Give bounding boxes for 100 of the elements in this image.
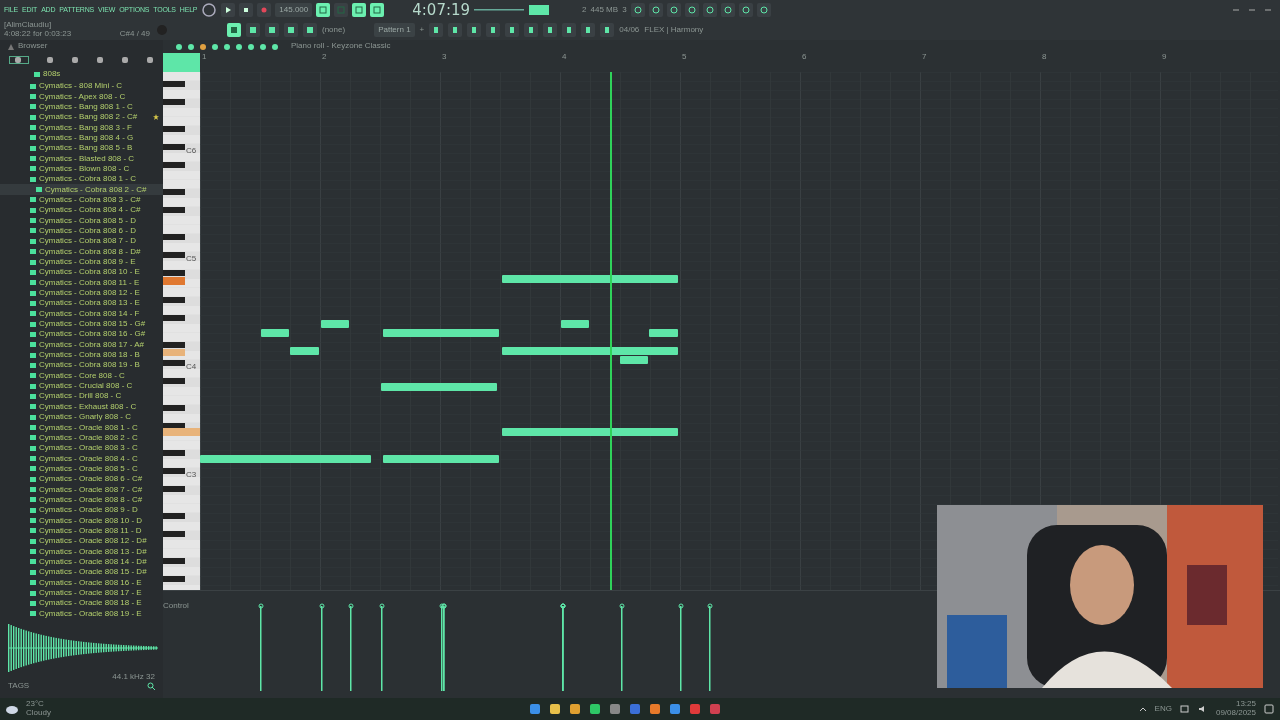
play-button[interactable] <box>221 3 236 17</box>
bar-number: 2 <box>321 53 328 63</box>
browser-item[interactable]: Cymatics - Apex 808 - C <box>0 91 163 102</box>
browser-item[interactable]: Cymatics - Cobra 808 14 - F <box>0 308 163 319</box>
toggle-icon <box>372 5 383 15</box>
browser-item[interactable]: Cymatics - Oracle 808 12 - D# <box>0 536 163 547</box>
toggle-button[interactable] <box>352 3 367 17</box>
polyphony-reading: 3 <box>622 5 627 15</box>
browser-item[interactable]: Cymatics - 808 Mini - C <box>0 81 163 92</box>
chevron-icon[interactable] <box>1138 706 1147 712</box>
browser-item[interactable]: Cymatics - Cobra 808 3 - C# <box>0 194 163 206</box>
browser-item[interactable]: Cymatics - Oracle 808 13 - D# <box>0 546 163 557</box>
knob-icon[interactable] <box>201 2 218 18</box>
browser-item[interactable]: Cymatics - Oracle 808 19 - E <box>0 608 163 619</box>
browser-item[interactable]: Cymatics - Cobra 808 6 - D <box>0 225 163 237</box>
browser-item[interactable]: Cymatics - Bang 808 4 - G <box>0 132 163 144</box>
keyboard-button[interactable] <box>227 23 241 37</box>
browser-item[interactable]: Cymatics - Bang 808 5 - B <box>0 143 163 154</box>
browser-item[interactable]: Cymatics - Oracle 808 17 - E <box>0 587 163 599</box>
toggle-icon <box>336 5 347 15</box>
browser-item[interactable]: Cymatics - Oracle 808 14 - D# <box>0 556 163 568</box>
browser-item[interactable]: Cymatics - Cobra 808 2 - C# <box>0 184 163 195</box>
clock-date[interactable]: 09/08/2025 <box>1215 709 1256 718</box>
browser-item[interactable]: Cymatics - Oracle 808 5 - C <box>0 463 163 475</box>
toggle-icon <box>318 5 329 15</box>
browser-item[interactable]: Cymatics - Cobra 808 18 - B <box>0 349 163 361</box>
browser-item[interactable]: Cymatics - Bang 808 1 - C <box>0 101 163 113</box>
browser-item[interactable]: Cymatics - Oracle 808 15 - D# <box>0 567 163 578</box>
app-icon[interactable] <box>648 703 661 715</box>
app-icon[interactable] <box>608 703 621 715</box>
browser-item[interactable]: Cymatics - Oracle 808 10 - D <box>0 515 163 526</box>
browser-item[interactable]: Cymatics - Cobra 808 8 - D# <box>0 246 163 257</box>
browser-item[interactable]: Cymatics - Crucial 808 - C <box>0 380 163 392</box>
browser-item[interactable]: Cymatics - Cobra 808 7 - D <box>0 236 163 247</box>
octave-label: C4 <box>186 363 197 372</box>
browser-item[interactable]: Cymatics - Drill 808 - C <box>0 391 163 402</box>
browser-item[interactable]: Cymatics - Cobra 808 1 - C <box>0 174 163 185</box>
language-indicator[interactable]: ENG <box>1154 704 1172 714</box>
snap-selector[interactable]: (none) <box>322 25 346 35</box>
clock-time[interactable]: 13:25 <box>1235 700 1256 709</box>
bar-number: 6 <box>801 53 808 63</box>
sample-info: 44.1 kHz 32 <box>112 672 155 682</box>
app-icon[interactable] <box>628 703 641 715</box>
note-pattern-drawing[interactable] <box>200 275 678 463</box>
toggle-button[interactable] <box>316 3 331 17</box>
cpu-reading: 2 <box>582 5 587 15</box>
event-lane-label[interactable]: Control <box>163 601 189 610</box>
browser-item[interactable]: Cymatics - Oracle 808 6 - C# <box>0 474 163 485</box>
browser-item[interactable]: Cymatics - Cobra 808 9 - E <box>0 256 163 268</box>
pattern-selector[interactable]: Pattern 1 <box>374 23 415 37</box>
news-title[interactable]: FLEX | Harmony <box>644 25 704 35</box>
browser-item[interactable]: Cymatics - Bang 808 2 - C# <box>0 112 163 123</box>
browser-title: Browser <box>18 42 48 51</box>
app-icon[interactable] <box>708 703 721 715</box>
browser-item[interactable]: Cymatics - Cobra 808 12 - E <box>0 287 163 299</box>
pencil-icon[interactable] <box>199 42 207 51</box>
browser-item[interactable]: Cymatics - Oracle 808 2 - C <box>0 432 163 444</box>
browser-item[interactable]: Cymatics - Gnarly 808 - C <box>0 412 163 423</box>
piano-keyboard-drawing[interactable] <box>163 72 200 590</box>
browser-item[interactable]: Cymatics - Oracle 808 1 - C <box>0 422 163 433</box>
browser-item[interactable]: Cymatics - Oracle 808 16 - E <box>0 577 163 588</box>
notification-icon[interactable] <box>1264 704 1274 714</box>
browser-item[interactable]: Cymatics - Oracle 808 9 - D <box>0 505 163 516</box>
browser-item[interactable]: Cymatics - Oracle 808 18 - E <box>0 598 163 609</box>
stop-button[interactable] <box>239 3 254 17</box>
browser-item[interactable]: Cymatics - Cobra 808 10 - E <box>0 267 163 278</box>
browser-item[interactable]: Cymatics - Cobra 808 17 - A# <box>0 339 163 350</box>
octave-label: C5 <box>186 255 197 264</box>
tags-label: TAGS <box>8 681 30 691</box>
bar-number: 1 <box>201 53 208 63</box>
browser-item[interactable]: Cymatics - Oracle 808 11 - D <box>0 525 163 537</box>
bar-number: 5 <box>681 53 688 63</box>
browser-item[interactable]: Cymatics - Bang 808 3 - F <box>0 122 163 133</box>
browser-item[interactable]: Cymatics - Oracle 808 4 - C <box>0 453 163 464</box>
app-icon[interactable] <box>668 703 681 715</box>
browser-item[interactable]: Cymatics - Cobra 808 13 - E <box>0 298 163 309</box>
browser-item[interactable]: Cymatics - Cobra 808 15 - G# <box>0 318 163 330</box>
browser-item[interactable]: Cymatics - Oracle 808 3 - C <box>0 443 163 454</box>
folder-name[interactable]: 808s <box>43 68 61 80</box>
search-icon[interactable] <box>147 682 155 691</box>
browser-item[interactable]: Cymatics - Cobra 808 4 - C# <box>0 205 163 216</box>
browser-item[interactable]: Cymatics - Cobra 808 19 - B <box>0 360 163 371</box>
tempo-display[interactable]: 145.000 <box>275 3 313 17</box>
temperature: 23°C <box>26 700 45 709</box>
browser-item[interactable]: Cymatics - Exhaust 808 - C <box>0 401 163 412</box>
browser-item[interactable]: Cymatics - Oracle 808 7 - C# <box>0 484 163 495</box>
octave-label: C6 <box>186 147 197 156</box>
browser-item[interactable]: Cymatics - Oracle 808 8 - C# <box>0 494 163 506</box>
browser-item[interactable]: Cymatics - Cobra 808 5 - D <box>0 215 163 226</box>
browser-item[interactable]: Cymatics - Blown 808 - C <box>0 163 163 175</box>
minimize-icon[interactable] <box>1232 6 1240 14</box>
add-pattern-button[interactable]: + <box>419 25 425 35</box>
toggle-button[interactable] <box>334 3 349 17</box>
bar-number: 3 <box>441 53 448 63</box>
browser-item[interactable]: Cymatics - Cobra 808 16 - G# <box>0 329 163 340</box>
browser-item[interactable]: Cymatics - Blasted 808 - C <box>0 153 163 164</box>
hint-position: 4:08:22 for 0:03:23 <box>4 30 72 39</box>
toggle-button[interactable] <box>370 3 385 17</box>
browser-item[interactable]: Cymatics - Core 808 - C <box>0 370 163 381</box>
browser-item[interactable]: Cymatics - Cobra 808 11 - E <box>0 277 163 288</box>
